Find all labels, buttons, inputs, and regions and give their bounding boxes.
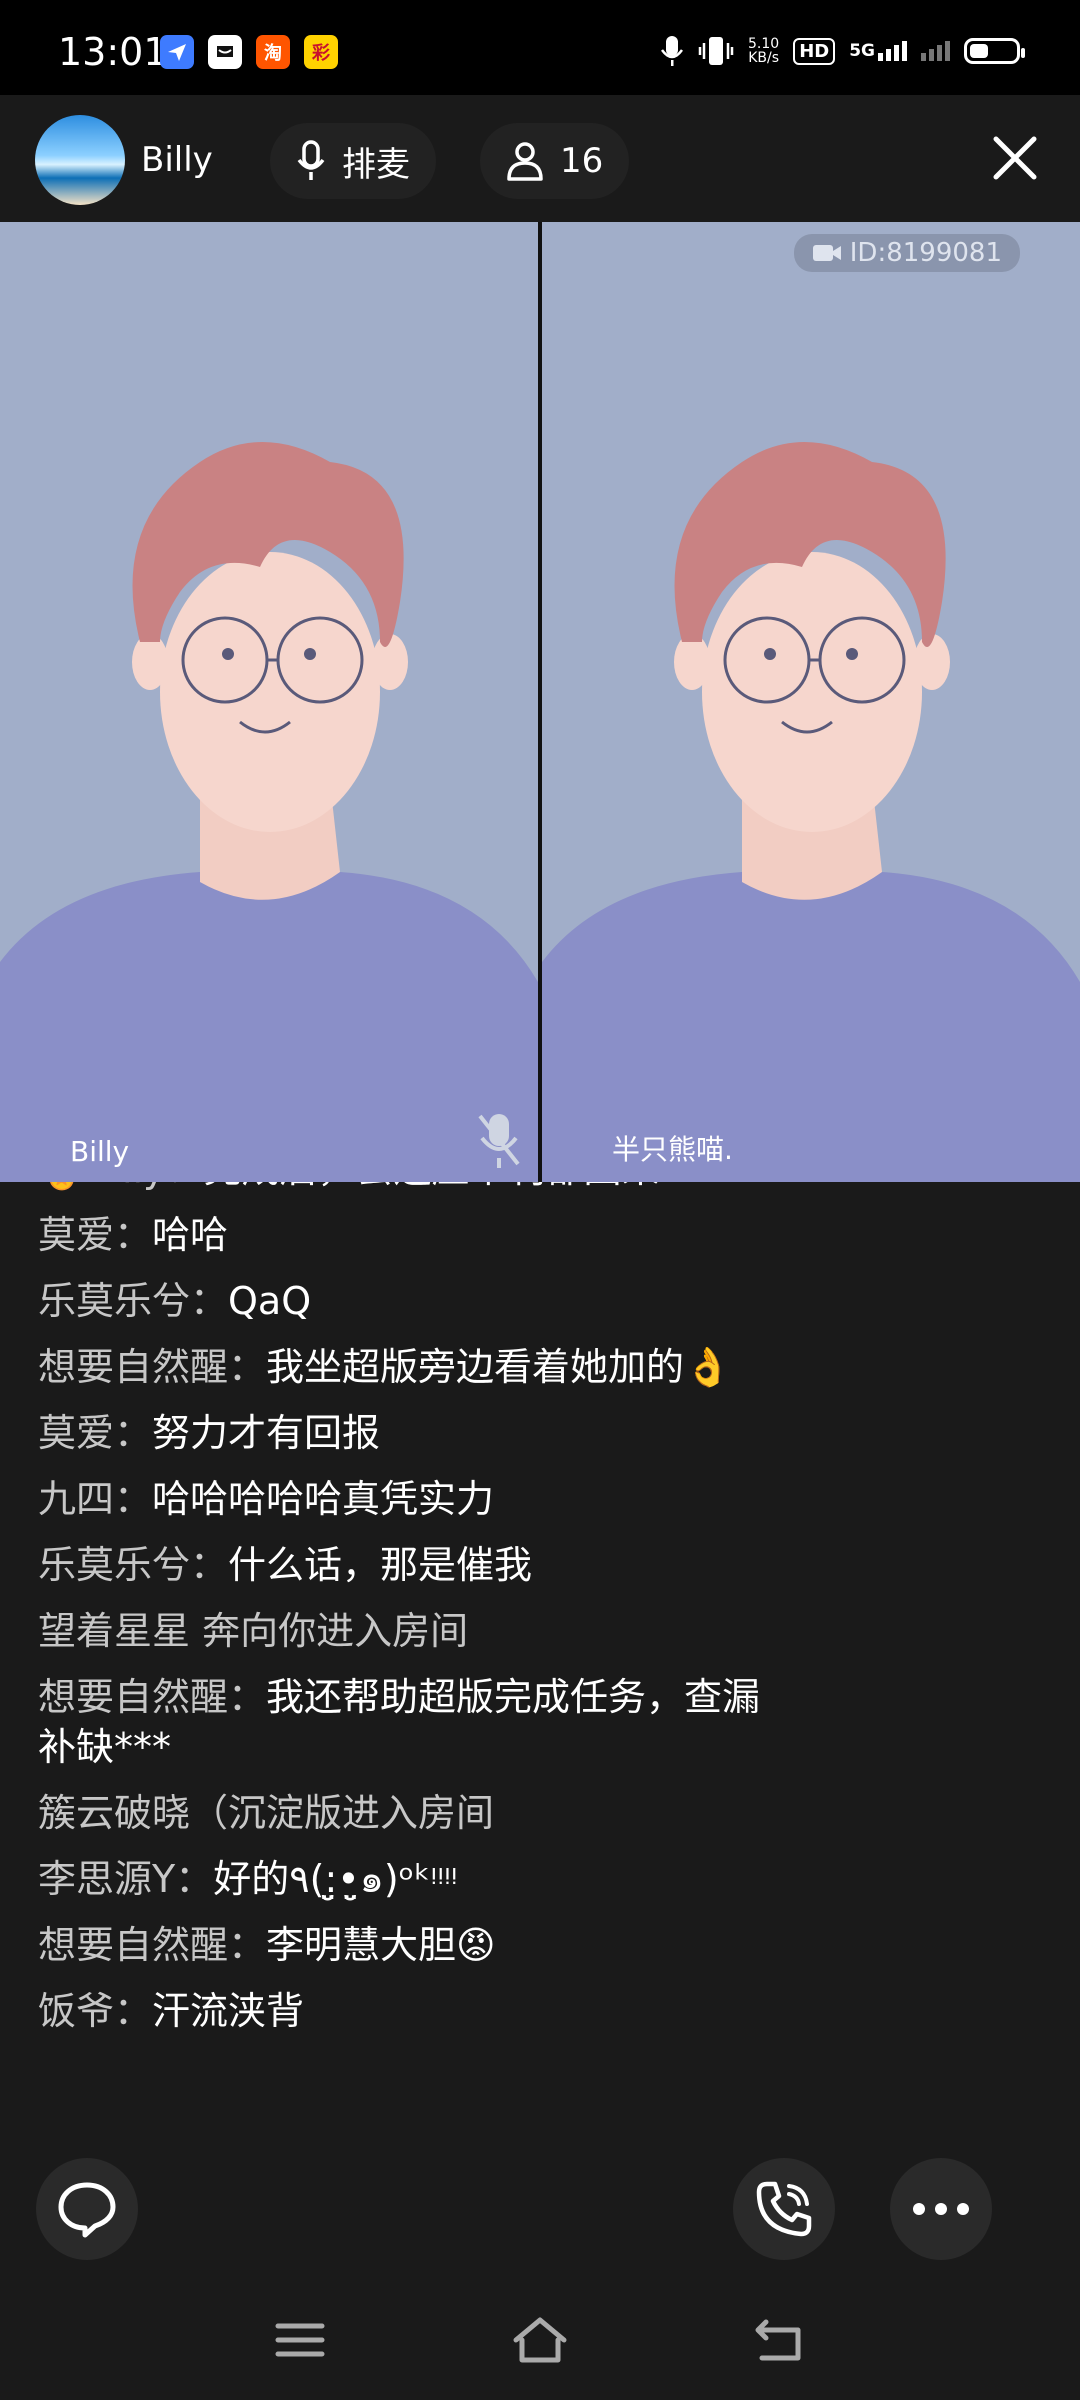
default-avatar-illustration <box>542 442 1080 1182</box>
audience-count: 16 <box>560 141 604 181</box>
home-icon[interactable] <box>510 2310 570 2370</box>
chat-feed[interactable]: 🏅Billy：完成后，会连压带利都回来 莫爱：哈哈 乐莫乐兮：QaQ 想要自然醒… <box>0 1182 1080 2140</box>
chat-message: 🏅Billy：完成后，会连压带利都回来 <box>38 1182 1038 1194</box>
net-speed: 5.10 KB/s <box>748 36 780 66</box>
room-header: Billy 排麦 16 <box>0 95 1080 222</box>
video-camera-icon <box>812 245 841 261</box>
chat-message: 九四：哈哈哈哈哈真凭实力 <box>38 1477 495 1521</box>
menu-icon[interactable] <box>270 2310 330 2370</box>
host-avatar[interactable] <box>35 115 125 205</box>
signal-5g-icon: 5G <box>849 41 907 61</box>
more-options-button[interactable] <box>890 2158 992 2260</box>
chat-message: 饭爷：汗流浃背 <box>38 1989 305 2033</box>
feishu-icon <box>160 35 194 69</box>
audience-count-button[interactable]: 16 <box>480 123 630 199</box>
system-message: 簇云破晓（沉淀版进入房间 <box>38 1791 495 1835</box>
taobao-icon: 淘 <box>256 35 290 69</box>
notification-icons: 淘 彩 <box>160 35 338 69</box>
battery-icon <box>964 38 1025 64</box>
chat-message: 莫爱：努力才有回报 <box>38 1411 381 1455</box>
speech-bubble-icon <box>58 2182 116 2238</box>
chat-message: 李思源Y：好的٩(:̤̮•̤̮๑)ᵒᵏᵎᵎᵎᵎ <box>38 1857 458 1901</box>
chat-input-button[interactable] <box>36 2158 138 2260</box>
mic-queue-button[interactable]: 排麦 <box>270 123 436 199</box>
vibrate-icon <box>698 37 734 65</box>
more-dots-icon <box>913 2203 969 2215</box>
chat-message: 乐莫乐兮：QaQ <box>38 1279 312 1323</box>
call-button[interactable] <box>733 2158 835 2260</box>
host-profile[interactable]: Billy <box>35 115 235 205</box>
system-message: 望着星星 奔向你进入房间 <box>38 1609 469 1653</box>
signal-secondary-icon <box>921 41 950 61</box>
room-id-badge: ID:8199081 <box>793 234 1020 272</box>
chat-message: 乐莫乐兮：什么话，那是催我 <box>38 1543 533 1587</box>
chat-message: 想要自然醒：李明慧大胆😡 <box>38 1923 496 1967</box>
video-tile-host[interactable]: Billy <box>0 222 538 1182</box>
status-time: 13:01 <box>58 30 168 74</box>
lottery-icon: 彩 <box>304 35 338 69</box>
video-tile-guest[interactable]: ID:8199081 半只熊喵. <box>542 222 1080 1182</box>
chat-message: 想要自然醒：我坐超版旁边看着她加的👌 <box>38 1345 732 1389</box>
host-name: Billy <box>141 140 213 180</box>
message-icon <box>208 35 242 69</box>
close-icon[interactable] <box>990 133 1040 183</box>
mic-queue-label: 排麦 <box>342 144 410 185</box>
hd-badge: HD <box>793 37 836 65</box>
default-avatar-illustration <box>0 442 538 1182</box>
status-indicators: 5.10 KB/s HD 5G <box>660 34 1025 68</box>
mic-status-icon <box>660 36 684 66</box>
microphone-icon <box>297 140 325 180</box>
status-bar: 13:01 淘 彩 5.10 KB/s HD 5G <box>0 0 1080 95</box>
tile-name-guest: 半只熊喵. <box>612 1133 733 1166</box>
back-icon[interactable] <box>750 2310 810 2370</box>
video-grid: Billy ID:8199081 半只熊喵. <box>0 222 1080 1182</box>
system-nav-bar <box>0 2280 1080 2400</box>
chat-message: 想要自然醒：我还帮助超版完成任务，查漏补缺*** <box>38 1675 761 1769</box>
chat-message: 莫爱：哈哈 <box>38 1213 229 1257</box>
tile-name-host: Billy <box>70 1135 130 1168</box>
person-icon <box>507 142 543 181</box>
phone-icon <box>756 2181 812 2237</box>
mic-muted-icon <box>478 1114 520 1168</box>
